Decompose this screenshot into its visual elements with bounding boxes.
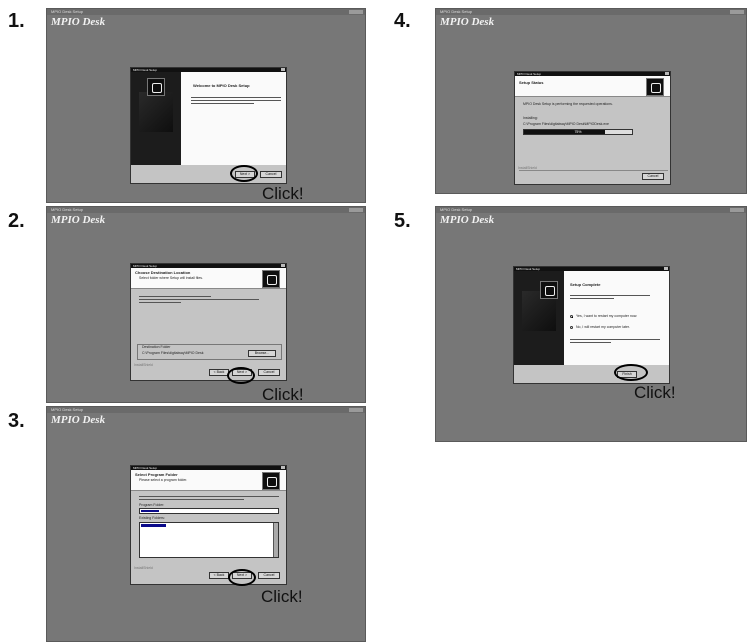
- click-highlight-circle: [614, 364, 648, 381]
- setup-dialog: MPIO Desk Setup Setup Complete Yes, I wa…: [513, 266, 670, 384]
- dialog-header: Setup Status: [515, 76, 670, 97]
- list-scrollbar[interactable]: [273, 523, 278, 557]
- cancel-button[interactable]: Cancel: [260, 171, 282, 178]
- header-title: Select Program Folder: [135, 472, 178, 477]
- screenshot-step-2: MPIO Desk Setup MPIO Desk MPIO Desk Setu…: [46, 206, 366, 403]
- installshield-footer: InstallShield: [134, 566, 153, 570]
- window-title: MPIO Desk Setup: [51, 407, 84, 412]
- setup-status-text: MPIO Desk Setup is performing the reques…: [523, 102, 613, 106]
- destination-folder-group: Destination Folder C:\Program Files\digi…: [137, 344, 282, 360]
- restart-later-radio[interactable]: [570, 326, 573, 329]
- restart-later-label: No, I will restart my computer later.: [576, 325, 630, 329]
- window-controls[interactable]: [349, 408, 363, 412]
- screenshot-step-1: MPIO Desk Setup MPIO Desk MPIO Desk Setu…: [46, 8, 366, 203]
- window-controls[interactable]: [349, 208, 363, 212]
- window-titlebar: MPIO Desk Setup: [47, 407, 365, 413]
- app-title: MPIO Desk: [51, 414, 106, 426]
- step-number: 3.: [8, 410, 25, 432]
- dialog-header: Choose Destination Location Select folde…: [131, 268, 286, 289]
- step-number: 4.: [394, 10, 411, 32]
- header-subtitle: Select folder where Setup will install f…: [139, 276, 204, 280]
- footer-divider: [519, 170, 668, 171]
- destination-path: C:\Program Files\digitalway\MPIO Desk: [142, 351, 204, 355]
- click-label: Click!: [634, 383, 676, 402]
- back-button[interactable]: < Back: [209, 572, 229, 579]
- setup-logo-icon: [262, 270, 280, 288]
- window-controls[interactable]: [730, 10, 744, 14]
- click-highlight-circle: [228, 569, 256, 586]
- browse-button[interactable]: Browse...: [248, 350, 276, 357]
- click-label: Click!: [261, 587, 303, 606]
- installing-file-path: C:\Program Files\digitalway\MPIO Desk\MP…: [523, 122, 609, 126]
- install-progress-bar: 75%: [523, 129, 633, 135]
- window-title: MPIO Desk Setup: [51, 9, 84, 14]
- back-button[interactable]: < Back: [209, 369, 229, 376]
- program-folder-input[interactable]: [139, 508, 279, 514]
- program-folder-label: Program Folder:: [139, 503, 165, 507]
- click-label: Click!: [262, 385, 304, 403]
- step-number: 1.: [8, 10, 25, 32]
- window-title: MPIO Desk Setup: [440, 9, 473, 14]
- existing-folders-list[interactable]: [139, 522, 279, 558]
- setup-logo-icon: [646, 78, 664, 96]
- header-title: Choose Destination Location: [135, 270, 191, 275]
- window-controls[interactable]: [349, 10, 363, 14]
- screenshot-step-5: MPIO Desk Setup MPIO Desk MPIO Desk Setu…: [435, 206, 747, 442]
- close-icon[interactable]: [281, 466, 285, 469]
- window-titlebar: MPIO Desk Setup: [436, 207, 746, 213]
- existing-folders-label: Existing Folders:: [139, 516, 165, 520]
- click-highlight-circle: [227, 367, 255, 384]
- setup-logo-icon: [147, 78, 165, 96]
- window-titlebar: MPIO Desk Setup: [436, 9, 746, 15]
- app-title: MPIO Desk: [51, 16, 106, 28]
- window-title: MPIO Desk Setup: [440, 207, 473, 212]
- restart-now-label: Yes, I want to restart my computer now.: [576, 314, 638, 318]
- close-icon[interactable]: [281, 264, 285, 267]
- installing-label: Installing:: [523, 116, 538, 120]
- close-icon[interactable]: [665, 72, 669, 75]
- screenshot-step-4: MPIO Desk Setup MPIO Desk MPIO Desk Setu…: [435, 8, 747, 194]
- header-subtitle: Please select a program folder.: [139, 478, 188, 482]
- destination-body-text: [139, 296, 259, 305]
- setup-dialog: MPIO Desk Setup Select Program Folder Pl…: [130, 465, 287, 585]
- setup-dialog: MPIO Desk Setup Choose Destination Locat…: [130, 263, 287, 381]
- complete-heading: Setup Complete: [570, 282, 601, 287]
- progress-percent: 75%: [574, 130, 582, 134]
- cancel-button[interactable]: Cancel: [258, 369, 280, 376]
- dialog-header: Select Program Folder Please select a pr…: [131, 470, 286, 491]
- complete-pane: Setup Complete Yes, I want to restart my…: [564, 271, 669, 365]
- screenshot-step-3: MPIO Desk Setup MPIO Desk MPIO Desk Setu…: [46, 406, 366, 642]
- installshield-footer: InstallShield: [134, 363, 153, 367]
- window-controls[interactable]: [730, 208, 744, 212]
- selected-folder-item[interactable]: [141, 524, 166, 527]
- complete-instructions-text: [570, 339, 660, 345]
- welcome-body-text: [191, 97, 281, 106]
- welcome-heading: Welcome to MPIO Desk Setup: [193, 83, 250, 88]
- program-folder-body-text: [139, 496, 279, 502]
- click-highlight-circle: [230, 165, 258, 182]
- cancel-button[interactable]: Cancel: [642, 173, 664, 180]
- cancel-button[interactable]: Cancel: [258, 572, 280, 579]
- restart-now-radio[interactable]: [570, 315, 573, 318]
- app-title: MPIO Desk: [51, 214, 106, 226]
- app-title: MPIO Desk: [440, 214, 495, 226]
- complete-body-text: [570, 295, 650, 301]
- step-number: 5.: [394, 210, 411, 232]
- setup-dialog: MPIO Desk Setup Setup Status MPIO Desk S…: [514, 71, 671, 185]
- setup-logo-icon: [262, 472, 280, 490]
- destination-folder-label: Destination Folder: [142, 345, 171, 349]
- header-title: Setup Status: [519, 80, 544, 85]
- click-label: Click!: [262, 184, 304, 203]
- app-title: MPIO Desk: [440, 16, 495, 28]
- window-titlebar: MPIO Desk Setup: [47, 207, 365, 213]
- installshield-footer: InstallShield: [518, 166, 537, 170]
- close-icon[interactable]: [281, 68, 285, 71]
- setup-logo-icon: [540, 281, 558, 299]
- setup-dialog: MPIO Desk Setup Welcome to MPIO Desk Set…: [130, 67, 287, 184]
- welcome-pane: Welcome to MPIO Desk Setup: [181, 72, 286, 165]
- step-number: 2.: [8, 210, 25, 232]
- close-icon[interactable]: [664, 267, 668, 270]
- window-title: MPIO Desk Setup: [51, 207, 84, 212]
- window-titlebar: MPIO Desk Setup: [47, 9, 365, 15]
